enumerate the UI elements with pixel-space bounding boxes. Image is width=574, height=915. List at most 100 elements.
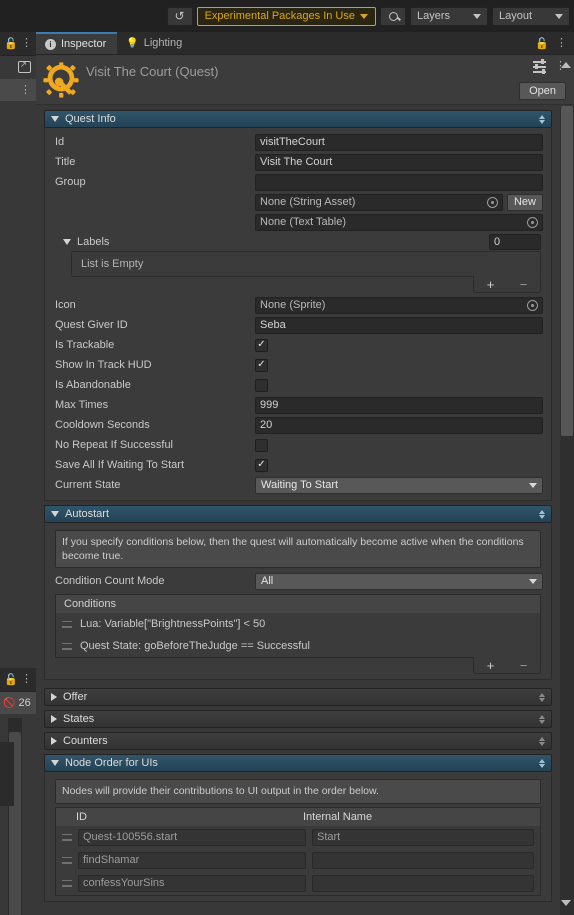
popout-icon[interactable] — [18, 60, 31, 73]
section-body-autostart: If you specify conditions below, then th… — [44, 523, 552, 681]
show-in-track-hud-checkbox[interactable]: ✓ — [255, 358, 268, 372]
save-all-if-waiting-checkbox[interactable]: ✓ — [255, 458, 268, 472]
scrollbar-thumb[interactable] — [561, 106, 573, 436]
left-panel-row-kebab: ⋮ — [0, 79, 36, 101]
field-row-show-hud: Show In Track HUD ✓ — [45, 355, 551, 375]
section-header-states[interactable]: States — [44, 710, 552, 729]
string-asset-objectfield[interactable]: None (String Asset) — [255, 193, 503, 211]
left-panel-tabbar-top: 🔓 ⋮ — [0, 32, 36, 56]
section-title-node-order: Node Order for UIs — [65, 757, 158, 770]
lock-icon[interactable]: 🔓 — [4, 37, 18, 50]
labels-add-button[interactable]: + — [487, 278, 495, 291]
section-header-autostart[interactable]: Autostart — [44, 505, 552, 523]
labels-list: Labels 0 List is Empty + − — [63, 233, 541, 293]
group-input[interactable] — [255, 173, 543, 191]
kebab-menu-icon[interactable]: ⋮ — [21, 38, 32, 49]
drag-handle-icon[interactable] — [62, 620, 72, 628]
quest-giver-input[interactable]: Seba — [255, 316, 543, 334]
object-picker-icon[interactable] — [527, 216, 538, 228]
table-row[interactable]: Quest-100556.start Start — [56, 826, 540, 849]
experimental-packages-badge[interactable]: Experimental Packages In Use — [196, 6, 376, 26]
section-title-quest-info: Quest Info — [65, 113, 116, 125]
section-title-autostart: Autostart — [65, 508, 110, 520]
labels-label: Labels — [77, 236, 110, 248]
inspector-tabbar: i Inspector 💡 Lighting 🔓 ⋮ — [36, 32, 574, 55]
column-header-id: ID — [76, 810, 87, 823]
tab-inspector-label: Inspector — [61, 38, 107, 50]
drag-handle-icon[interactable] — [62, 879, 72, 887]
section-header-quest-info[interactable]: Quest Info — [44, 110, 552, 128]
console-panel-tabbar: 🔓 ⋮ — [0, 668, 36, 692]
page-title: Visit The Court (Quest) — [86, 64, 219, 79]
open-button[interactable]: Open — [519, 82, 566, 100]
node-internal-name-input[interactable]: Start — [312, 828, 534, 846]
scroll-down-arrow-icon[interactable] — [561, 900, 571, 906]
icon-objectfield[interactable]: None (Sprite) — [255, 296, 543, 314]
table-row[interactable]: findShamar — [56, 849, 540, 872]
drag-handle-icon[interactable] — [62, 642, 72, 650]
chevron-down-icon — [360, 13, 368, 19]
new-string-asset-button[interactable]: New — [506, 193, 543, 211]
lock-icon[interactable]: 🔓 — [535, 37, 549, 50]
section-header-counters[interactable]: Counters — [44, 732, 552, 751]
current-state-dropdown[interactable]: Waiting To Start — [255, 476, 543, 494]
section-header-node-order[interactable]: Node Order for UIs — [44, 754, 552, 773]
reorder-handle-icon[interactable] — [539, 509, 545, 519]
labels-list-header[interactable]: Labels 0 — [63, 233, 541, 251]
kebab-menu-icon[interactable]: ⋮ — [21, 674, 32, 685]
list-item[interactable]: Quest State: goBeforeTheJudge == Success… — [56, 635, 540, 657]
history-button[interactable]: ↺ — [166, 6, 193, 26]
node-internal-name-input[interactable] — [312, 851, 534, 869]
field-label-show-hud: Show In Track HUD — [55, 359, 152, 371]
field-label-cooldown: Cooldown Seconds — [55, 419, 150, 431]
tab-lighting[interactable]: 💡 Lighting — [117, 32, 193, 54]
kebab-menu-icon[interactable]: ⋮ — [556, 37, 567, 49]
console-error-count-row[interactable]: 🚫 26 — [0, 692, 36, 714]
reorder-handle-icon[interactable] — [539, 692, 545, 702]
is-abandonable-checkbox[interactable] — [255, 378, 268, 392]
drag-handle-icon[interactable] — [62, 833, 72, 841]
labels-size-input[interactable]: 0 — [489, 234, 541, 250]
layout-dropdown[interactable]: Layout — [492, 6, 570, 26]
left-panel-row-popout — [0, 56, 36, 78]
layers-dropdown[interactable]: Layers — [410, 6, 488, 26]
kebab-menu-icon[interactable]: ⋮ — [20, 84, 31, 96]
field-label-group: Group — [55, 176, 86, 188]
lock-icon[interactable]: 🔓 — [4, 673, 18, 686]
node-id-input[interactable]: Quest-100556.start — [78, 828, 306, 846]
node-internal-name-input[interactable] — [312, 874, 534, 892]
tab-inspector[interactable]: i Inspector — [36, 32, 118, 54]
node-id-input[interactable]: findShamar — [78, 851, 306, 869]
is-trackable-checkbox[interactable]: ✓ — [255, 338, 268, 352]
title-input[interactable]: Visit The Court — [255, 153, 543, 171]
labels-remove-button[interactable]: − — [520, 278, 528, 291]
reorder-handle-icon[interactable] — [539, 736, 545, 746]
object-picker-icon[interactable] — [486, 196, 498, 208]
section-header-offer[interactable]: Offer — [44, 688, 552, 707]
chevron-down-icon — [51, 511, 59, 517]
max-times-input[interactable]: 999 — [255, 396, 543, 414]
reorder-handle-icon[interactable] — [539, 114, 545, 124]
no-repeat-if-successful-checkbox[interactable] — [255, 438, 268, 452]
field-label-no-repeat: No Repeat If Successful — [55, 439, 174, 451]
condition-add-button[interactable]: + — [487, 659, 495, 672]
search-button[interactable] — [380, 6, 406, 26]
list-item[interactable]: Lua: Variable["BrightnessPoints"] < 50 — [56, 613, 540, 635]
table-row[interactable]: confessYourSins — [56, 872, 540, 895]
inspector-scrollbar[interactable] — [560, 106, 574, 915]
id-input[interactable]: visitTheCourt — [255, 133, 543, 151]
drag-handle-icon[interactable] — [62, 856, 72, 864]
inspector-tabbar-actions: 🔓 ⋮ — [535, 32, 574, 54]
object-picker-icon[interactable] — [527, 299, 538, 311]
reorder-handle-icon[interactable] — [539, 714, 545, 724]
condition-remove-button[interactable]: − — [520, 659, 528, 672]
node-id-input[interactable]: confessYourSins — [78, 874, 306, 892]
condition-count-mode-dropdown[interactable]: All — [255, 572, 543, 590]
reorder-handle-icon[interactable] — [539, 758, 545, 768]
cooldown-seconds-input[interactable]: 20 — [255, 416, 543, 434]
preset-sliders-icon[interactable] — [533, 59, 546, 74]
text-table-objectfield[interactable]: None (Text Table) — [255, 213, 543, 231]
field-row-text-table: None (Text Table) — [45, 212, 551, 232]
search-icon — [388, 11, 398, 21]
scroll-up-arrow-icon[interactable] — [561, 62, 571, 68]
